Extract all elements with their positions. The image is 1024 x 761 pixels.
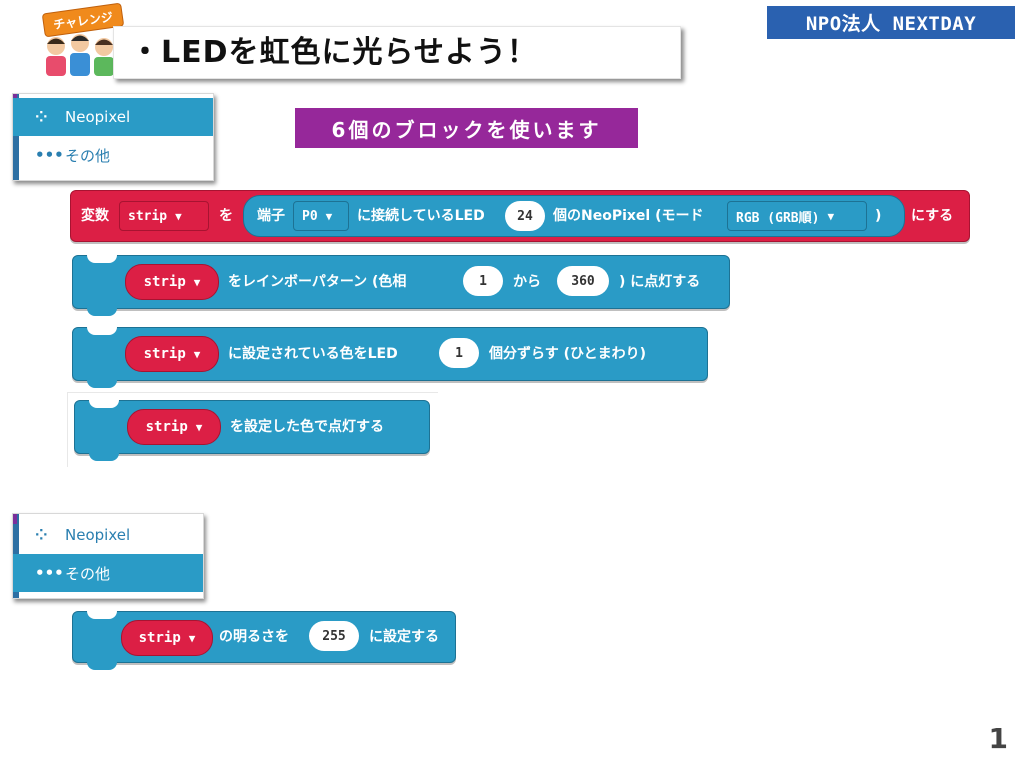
mode-dropdown[interactable]: RGB (GRB順) ▼ <box>727 201 867 231</box>
category-label: その他 <box>65 146 111 165</box>
block-notch <box>89 400 119 408</box>
var-name: strip <box>143 346 186 362</box>
blocks-note: 6個のブロックを使います <box>295 108 638 148</box>
dropdown-value: strip <box>128 208 168 224</box>
hue-from-input[interactable]: 1 <box>463 266 503 296</box>
block-text: に設定されている色をLED <box>228 346 398 362</box>
caret-down-icon: ▼ <box>195 420 203 434</box>
block-text-wo: を <box>219 208 233 224</box>
var-name: strip <box>138 630 181 646</box>
strip-var-pill[interactable]: strip ▼ <box>125 264 219 300</box>
category-label: その他 <box>65 564 111 583</box>
var-name: strip <box>143 274 186 290</box>
page-number: 1 <box>988 722 1008 755</box>
category-more[interactable]: ••• その他 <box>13 554 203 592</box>
caret-down-icon: ▼ <box>827 209 835 223</box>
block-tab <box>89 452 119 461</box>
caret-down-icon: ▼ <box>175 209 182 223</box>
led-count-input[interactable]: 24 <box>505 201 545 231</box>
strip-var-pill[interactable]: strip ▼ <box>127 409 221 445</box>
var-name: strip <box>145 419 188 435</box>
neopixel-icon: ⁘ <box>35 108 48 126</box>
block-text-suffix: にする <box>911 208 954 224</box>
category-panel-2: ⁘ Neopixel ••• その他 <box>12 513 204 599</box>
block-tab <box>87 307 117 316</box>
kids-illustration <box>46 34 114 76</box>
block-text-connected: に接続しているLED <box>357 208 485 224</box>
block-tab <box>87 661 117 670</box>
block-text: の明るさを <box>219 629 289 645</box>
block-text-close: ) <box>875 208 882 224</box>
set-variable-block[interactable]: 変数 strip ▼ を 端子 P0 ▼ に接続しているLED 24 個のNeoPi… <box>70 190 970 242</box>
caret-down-icon: ▼ <box>325 209 333 223</box>
caret-down-icon: ▼ <box>193 275 201 289</box>
neopixel-icon: ⁘ <box>35 526 48 544</box>
caret-down-icon: ▼ <box>188 631 196 645</box>
category-neopixel[interactable]: ⁘ Neopixel <box>13 516 203 554</box>
org-badge: NPO法人 NEXTDAY <box>767 6 1015 39</box>
block-text: ) に点灯する <box>619 274 701 290</box>
dropdown-value: RGB (GRB順) <box>736 210 820 226</box>
block-text-prefix: 変数 <box>81 208 109 224</box>
more-dots-icon: ••• <box>35 564 64 582</box>
category-more[interactable]: ••• その他 <box>13 136 213 174</box>
rainbow-block[interactable]: strip ▼ をレインボーパターン (色相 1 から 360 ) に点灯する <box>72 255 730 316</box>
block-tab <box>87 379 117 388</box>
block-text-mode: 個のNeoPixel (モード <box>553 208 704 224</box>
block-notch <box>87 611 117 619</box>
category-panel-1: ⁘ Neopixel ••• その他 <box>12 93 214 181</box>
more-dots-icon: ••• <box>35 146 64 164</box>
block-text: をレインボーパターン (色相 <box>228 274 407 290</box>
category-neopixel[interactable]: ⁘ Neopixel <box>13 98 213 136</box>
brightness-input[interactable]: 255 <box>309 621 359 651</box>
block-notch <box>87 255 117 263</box>
category-label: Neopixel <box>65 108 131 126</box>
variable-dropdown[interactable]: strip ▼ <box>119 201 209 231</box>
dropdown-value: P0 <box>302 208 318 224</box>
block-notch <box>87 327 117 335</box>
strip-var-pill[interactable]: strip ▼ <box>121 620 213 656</box>
strip-var-pill[interactable]: strip ▼ <box>125 336 219 372</box>
category-label: Neopixel <box>65 526 131 544</box>
rotate-block[interactable]: strip ▼ に設定されている色をLED 1 個分ずらす (ひとまわり) <box>72 327 708 388</box>
block-text-pin: 端子 <box>257 208 285 224</box>
show-block[interactable]: strip ▼ を設定した色で点灯する <box>74 400 430 461</box>
block-text-kara: から <box>513 274 541 290</box>
block-text: に設定する <box>369 629 439 645</box>
caret-down-icon: ▼ <box>193 347 201 361</box>
hue-to-input[interactable]: 360 <box>557 266 609 296</box>
offset-input[interactable]: 1 <box>439 338 479 368</box>
block-text: 個分ずらす (ひとまわり) <box>489 346 646 362</box>
block-text: を設定した色で点灯する <box>230 419 384 435</box>
brightness-block[interactable]: strip ▼ の明るさを 255 に設定する <box>72 611 456 670</box>
pin-dropdown[interactable]: P0 ▼ <box>293 201 349 231</box>
page-title: ・LEDを虹色に光らせよう！ <box>130 35 538 70</box>
